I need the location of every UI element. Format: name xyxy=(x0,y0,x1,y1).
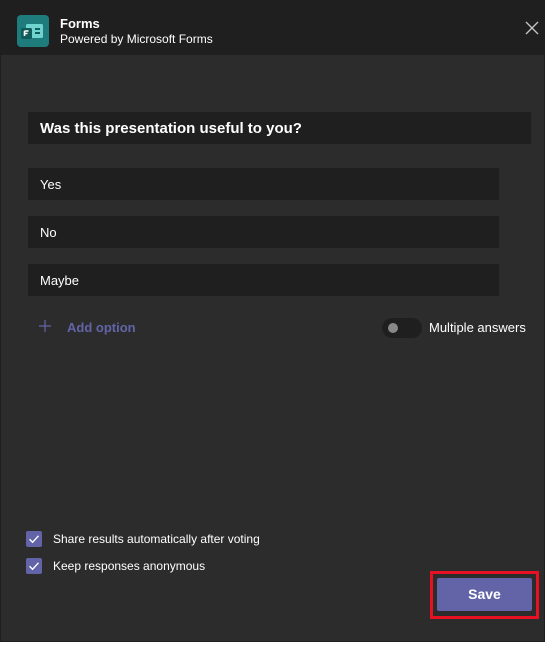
close-icon[interactable] xyxy=(524,20,540,36)
share-results-checkbox[interactable] xyxy=(26,531,42,547)
option-input-maybe[interactable]: Maybe xyxy=(28,264,499,296)
option-input-no[interactable]: No xyxy=(28,216,499,248)
add-option-label: Add option xyxy=(67,320,136,335)
multiple-answers-toggle[interactable] xyxy=(382,318,422,338)
microsoft-forms-icon xyxy=(17,15,49,47)
anonymous-checkbox[interactable] xyxy=(26,558,42,574)
question-input[interactable]: Was this presentation useful to you? xyxy=(28,112,531,144)
forms-dialog: Forms Powered by Microsoft Forms Was thi… xyxy=(0,0,545,642)
plus-icon xyxy=(39,319,51,332)
app-subtitle: Powered by Microsoft Forms xyxy=(60,32,213,46)
multiple-answers-label: Multiple answers xyxy=(429,320,526,335)
save-button[interactable]: Save xyxy=(437,578,532,611)
app-title: Forms xyxy=(60,16,100,31)
option-input-yes[interactable]: Yes xyxy=(28,168,499,200)
toggle-knob xyxy=(388,323,398,333)
anonymous-label: Keep responses anonymous xyxy=(53,559,206,573)
share-results-label: Share results automatically after voting xyxy=(53,532,260,546)
dialog-header: Forms Powered by Microsoft Forms xyxy=(1,1,544,55)
